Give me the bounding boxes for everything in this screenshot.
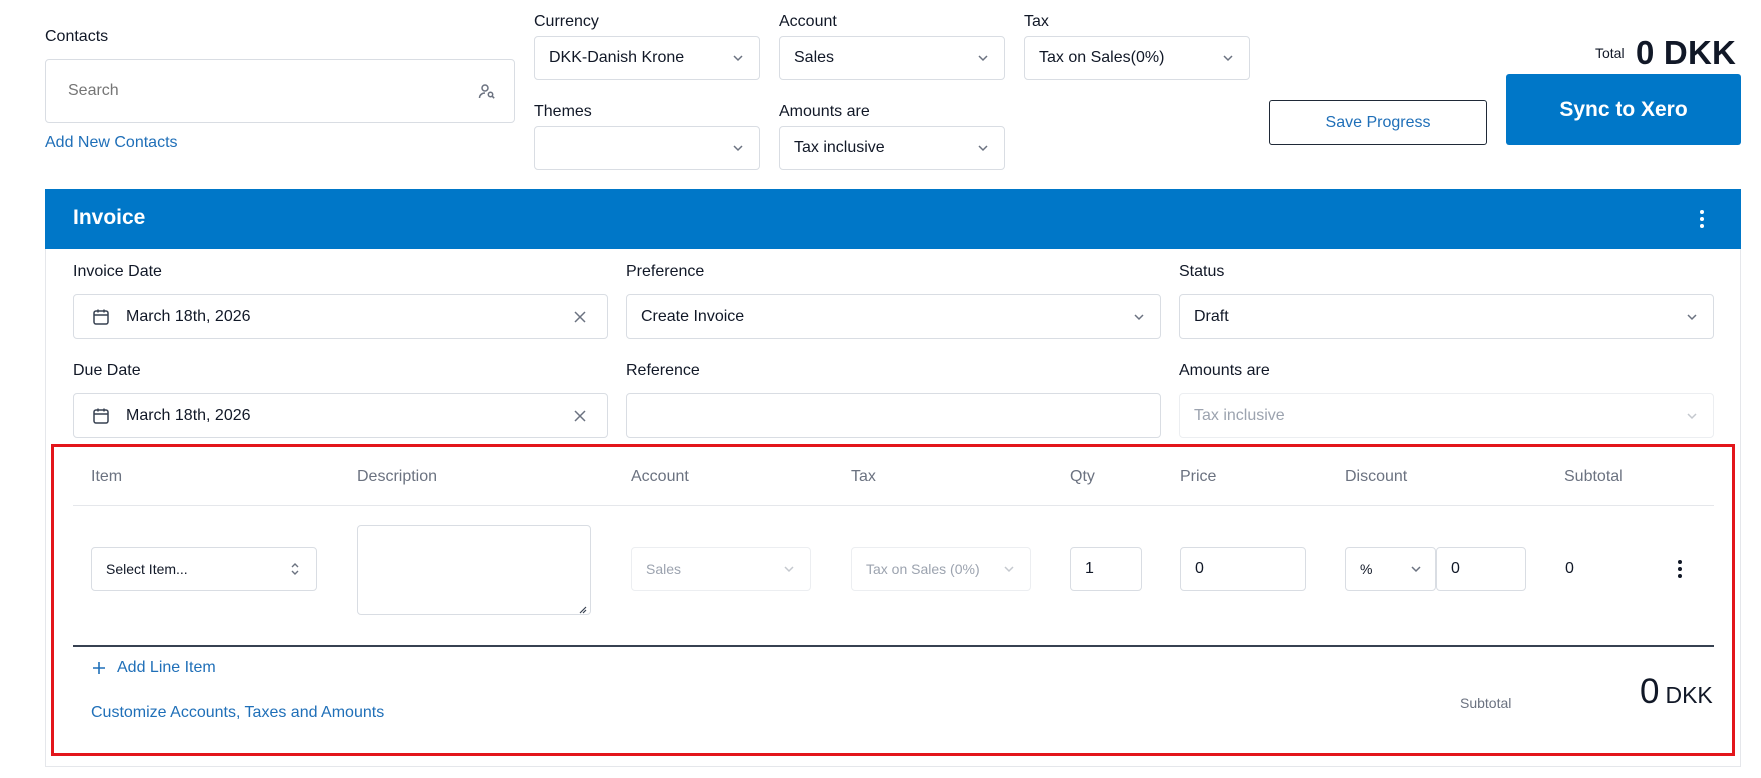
line-account-value: Sales [646, 561, 682, 577]
chevron-down-icon [1409, 562, 1423, 576]
add-line-item-button[interactable]: Add Line Item [91, 659, 216, 677]
preference-value: Create Invoice [641, 307, 745, 325]
chevron-down-icon [1685, 310, 1699, 324]
contacts-search-field[interactable] [45, 59, 515, 123]
line-subtotal-value: 0 [1565, 560, 1574, 577]
preference-label: Preference [626, 263, 705, 280]
chevron-down-icon [976, 51, 990, 65]
invoice-date-field[interactable]: March 18th, 2026 [73, 294, 608, 339]
currency-label: Currency [534, 13, 599, 30]
invoice-amounts-are-label: Amounts are [1179, 362, 1270, 379]
clear-icon[interactable] [573, 310, 587, 324]
add-line-item-label: Add Line Item [117, 659, 216, 676]
total-value: 0 DKK [1636, 34, 1737, 71]
column-header-item: Item [91, 468, 123, 485]
status-value: Draft [1194, 307, 1229, 325]
line-items-divider [73, 645, 1714, 647]
sync-to-xero-button[interactable]: Sync to Xero [1506, 74, 1741, 145]
chevron-down-icon [782, 562, 796, 576]
status-label: Status [1179, 263, 1225, 280]
currency-value: DKK-Danish Krone [549, 49, 685, 66]
chevron-down-icon [1221, 51, 1235, 65]
reference-input[interactable] [626, 393, 1161, 438]
contacts-label: Contacts [45, 28, 109, 45]
invoice-header: Invoice [45, 189, 1741, 249]
subtotal-currency: DKK [1665, 682, 1713, 708]
column-header-qty: Qty [1070, 468, 1095, 485]
chevron-down-icon [1132, 310, 1146, 324]
invoice-date-value: March 18th, 2026 [126, 307, 251, 325]
invoice-date-label: Invoice Date [73, 263, 162, 280]
discount-type-value: % [1360, 561, 1373, 577]
chevron-down-icon [731, 51, 745, 65]
add-new-contacts-link[interactable]: Add New Contacts [45, 134, 178, 152]
due-date-label: Due Date [73, 362, 141, 379]
total-label: Total [1595, 45, 1625, 61]
account-select[interactable]: Sales [779, 36, 1005, 80]
account-label: Account [779, 13, 837, 30]
subtotal-amount: 0 DKK [1640, 672, 1713, 712]
resize-handle-icon[interactable] [577, 601, 587, 614]
item-select-value: Select Item... [106, 561, 188, 577]
chevron-down-icon [731, 141, 745, 155]
column-header-tax: Tax [851, 468, 876, 485]
amounts-are-select[interactable]: Tax inclusive [779, 126, 1005, 170]
customize-accounts-link[interactable]: Customize Accounts, Taxes and Amounts [91, 704, 384, 722]
invoice-amounts-are-value: Tax inclusive [1194, 406, 1285, 424]
discount-value-input[interactable]: 0 [1436, 547, 1526, 591]
price-input[interactable]: 0 [1180, 547, 1306, 591]
themes-label: Themes [534, 103, 592, 120]
preference-select[interactable]: Create Invoice [626, 294, 1161, 339]
chevron-up-down-icon [288, 562, 302, 576]
themes-select[interactable] [534, 126, 760, 170]
column-header-discount: Discount [1345, 468, 1408, 485]
due-date-field[interactable]: March 18th, 2026 [73, 393, 608, 438]
chevron-down-icon [1685, 409, 1699, 423]
tax-value: Tax on Sales(0%) [1039, 49, 1165, 66]
account-value: Sales [794, 49, 835, 66]
calendar-icon [92, 407, 110, 425]
reference-label: Reference [626, 362, 700, 379]
qty-value: 1 [1085, 560, 1094, 577]
column-header-subtotal: Subtotal [1564, 468, 1623, 485]
discount-type-select[interactable]: % [1345, 547, 1436, 591]
line-account-select[interactable]: Sales [631, 547, 811, 591]
description-textarea[interactable] [357, 525, 591, 615]
price-value: 0 [1195, 560, 1204, 577]
amounts-are-label: Amounts are [779, 103, 870, 120]
currency-select[interactable]: DKK-Danish Krone [534, 36, 760, 80]
clear-icon[interactable] [573, 409, 587, 423]
tax-select[interactable]: Tax on Sales(0%) [1024, 36, 1250, 80]
line-tax-value: Tax on Sales (0%) [866, 561, 980, 577]
invoice-title: Invoice [73, 206, 146, 229]
chevron-down-icon [976, 141, 990, 155]
invoice-amounts-are-select[interactable]: Tax inclusive [1179, 393, 1714, 438]
qty-input[interactable]: 1 [1070, 547, 1142, 591]
invoice-menu-icon[interactable] [1697, 209, 1707, 229]
column-header-account: Account [631, 468, 689, 485]
item-select[interactable]: Select Item... [91, 547, 317, 591]
column-header-description: Description [357, 468, 438, 485]
table-header-divider [73, 505, 1714, 506]
column-header-price: Price [1180, 468, 1217, 485]
subtotal-label: Subtotal [1460, 695, 1512, 711]
line-tax-select[interactable]: Tax on Sales (0%) [851, 547, 1031, 591]
amounts-are-value: Tax inclusive [794, 139, 885, 156]
line-row-menu-icon[interactable] [1675, 559, 1685, 579]
save-progress-button[interactable]: Save Progress [1269, 100, 1487, 145]
contact-search-icon[interactable] [478, 82, 496, 100]
status-select[interactable]: Draft [1179, 294, 1714, 339]
plus-icon [91, 660, 107, 676]
subtotal-value: 0 [1640, 672, 1660, 711]
tax-label: Tax [1024, 13, 1049, 30]
contacts-search-input[interactable] [68, 82, 478, 100]
calendar-icon [92, 308, 110, 326]
due-date-value: March 18th, 2026 [126, 406, 251, 424]
chevron-down-icon [1002, 562, 1016, 576]
discount-value: 0 [1451, 560, 1460, 577]
